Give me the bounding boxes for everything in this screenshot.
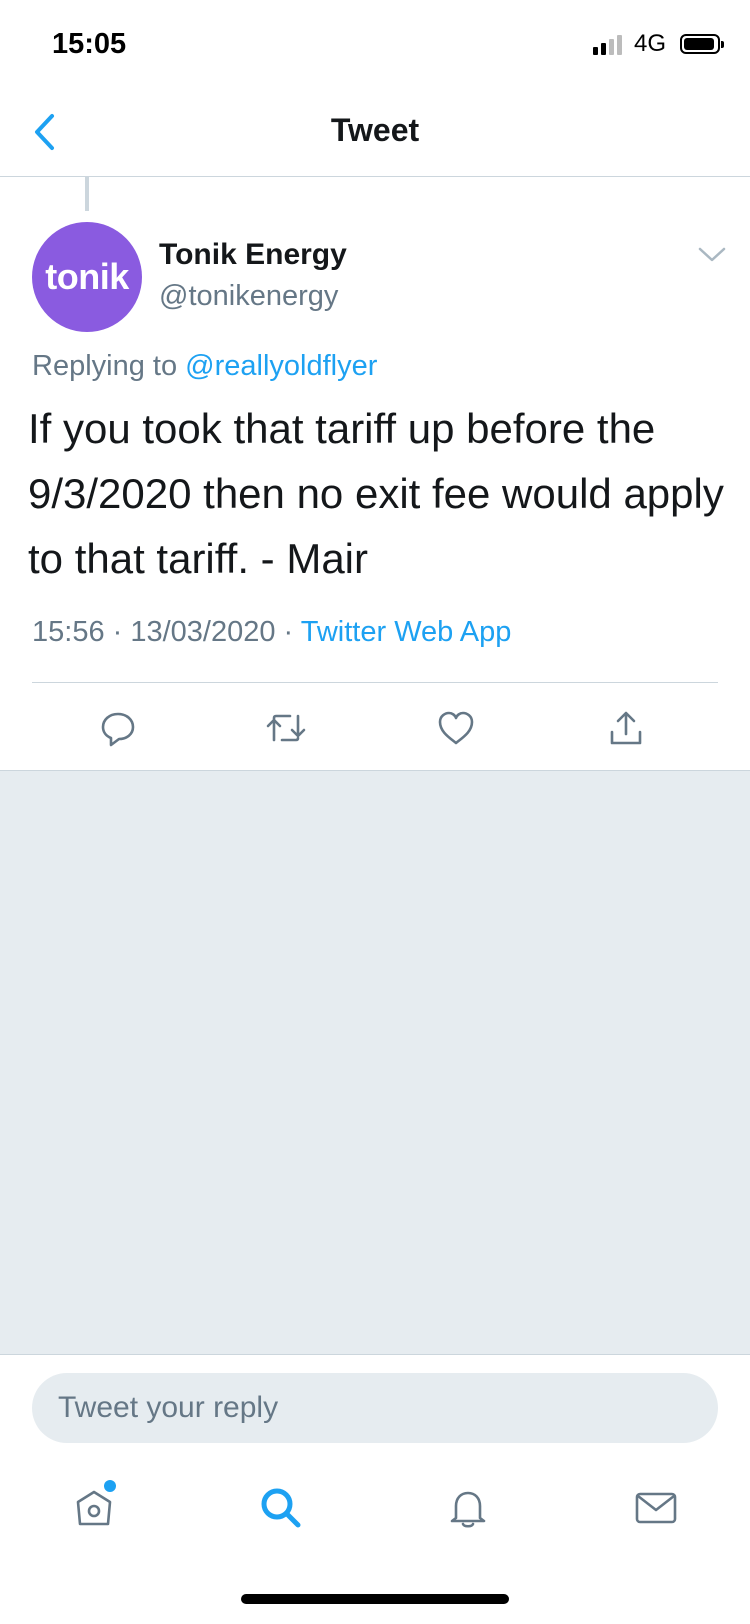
- status-time: 15:05: [52, 28, 127, 60]
- nav-bar: Tweet: [0, 90, 750, 177]
- replying-to-mention[interactable]: @reallyoldflyer: [185, 350, 377, 382]
- like-icon: [438, 711, 474, 745]
- tweet-options-button[interactable]: [694, 240, 730, 270]
- share-icon: [610, 711, 642, 745]
- home-icon: [76, 1490, 112, 1526]
- chevron-down-icon: [698, 247, 726, 262]
- messages-icon: [635, 1492, 677, 1524]
- new-content-dot: [104, 1480, 116, 1492]
- tab-home[interactable]: [62, 1476, 126, 1540]
- status-bar: 15:05 4G: [0, 0, 750, 90]
- reply-icon: [101, 712, 135, 747]
- tweet-text: If you took that tariff up before the 9/…: [28, 405, 724, 582]
- tweet-actions: [0, 700, 750, 760]
- battery-icon: [680, 34, 724, 54]
- replying-prefix: Replying to: [32, 350, 178, 382]
- tweet-source-link[interactable]: Twitter Web App: [301, 616, 512, 648]
- network-type: 4G: [633, 30, 666, 57]
- replying-to: Replying to @reallyoldflyer: [32, 350, 377, 383]
- avatar[interactable]: tonik: [32, 222, 142, 332]
- notifications-icon: [450, 1491, 486, 1528]
- thread-connector: [85, 177, 89, 211]
- author-handle: @tonikenergy: [159, 280, 339, 312]
- reply-button[interactable]: [94, 704, 142, 752]
- empty-replies-area: [0, 770, 750, 1355]
- share-button[interactable]: [602, 704, 650, 752]
- divider: [32, 682, 718, 683]
- tweet-timestamp: 15:56 · 13/03/2020 ·: [32, 616, 301, 648]
- home-indicator[interactable]: [241, 1594, 509, 1604]
- tab-search[interactable]: [249, 1476, 313, 1540]
- tab-messages[interactable]: [624, 1476, 688, 1540]
- search-icon: [261, 1488, 301, 1528]
- signal-icon: [592, 33, 622, 55]
- retweet-icon: [266, 714, 306, 742]
- reply-input[interactable]: [32, 1373, 718, 1443]
- author-display-name[interactable]: Tonik Energy: [159, 238, 347, 272]
- status-indicators: 4G: [592, 30, 724, 58]
- tab-bar: [0, 1470, 750, 1550]
- page-title: Tweet: [330, 112, 420, 148]
- like-button[interactable]: [432, 704, 480, 752]
- tweet-meta: 15:56 · 13/03/2020 · Twitter Web App: [32, 616, 511, 649]
- retweet-button[interactable]: [262, 704, 310, 752]
- avatar-logo-text: tonik: [45, 256, 129, 297]
- tab-notifications[interactable]: [436, 1476, 500, 1540]
- reply-bar: [0, 1354, 750, 1445]
